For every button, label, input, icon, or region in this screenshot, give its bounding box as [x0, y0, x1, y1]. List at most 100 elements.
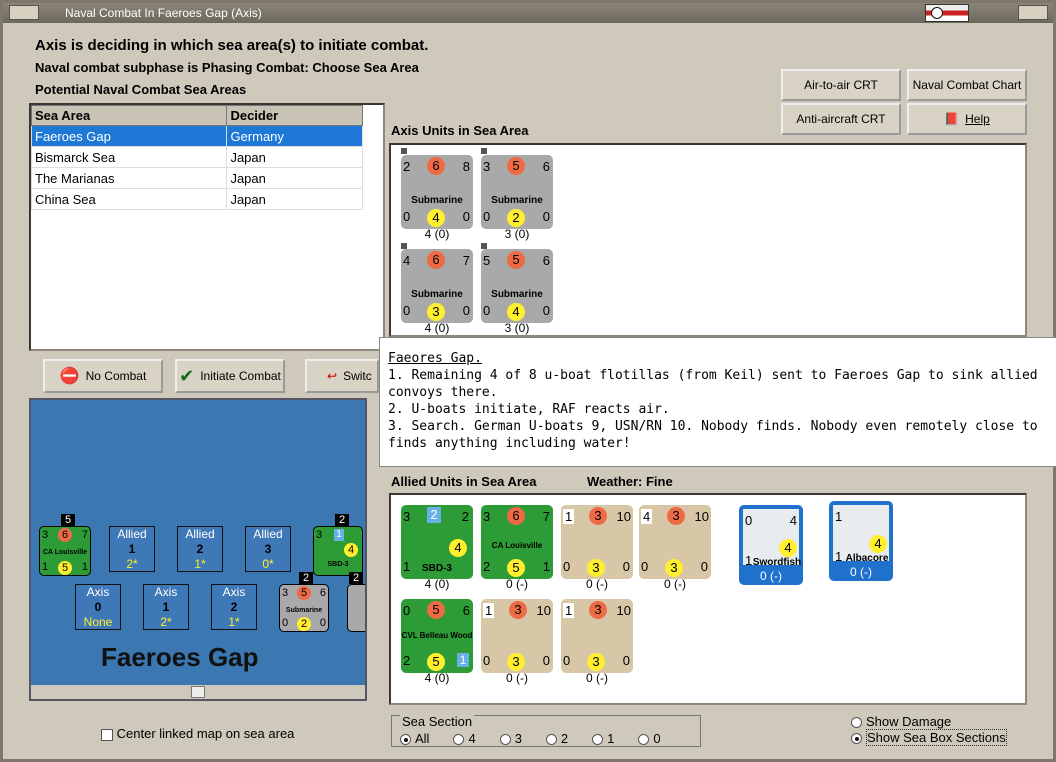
submarine-counter[interactable]: 2 6 8 Submarine 0 4 0 [401, 155, 473, 229]
counter-value: 1 [457, 653, 469, 667]
counter-value: 10 [536, 603, 551, 618]
sbd-3-counter[interactable]: 3 2 2 SBD-3 1 4 [401, 505, 473, 579]
center-map-checkbox[interactable] [101, 728, 113, 741]
option-label: Show Damage [866, 714, 952, 729]
counter-value: 3 [282, 587, 289, 599]
unit-name: CA Louisville [42, 549, 88, 556]
axis-sea-box[interactable]: Axis 2 1* [211, 584, 257, 630]
convoy-counter[interactable]: 4 3 10 0 3 0 [639, 505, 711, 579]
counter-value: 3 [42, 529, 49, 541]
naval-combat-chart-button[interactable]: Naval Combat Chart [907, 69, 1027, 101]
sea-area-list: Sea Area Decider Faeroes Gap Germany Bisma… [29, 103, 385, 351]
counter-value: 0 [700, 559, 708, 574]
ca-louisville-counter[interactable]: 3 6 7 CA Louisville 2 5 1 [481, 505, 553, 579]
table-row[interactable]: The Marianas Japan [30, 167, 363, 189]
decider-cell: Germany [226, 125, 363, 147]
attack-factor: 6 [427, 157, 445, 175]
counter-value: 3 [316, 529, 323, 541]
sea-section-group: Sea Section All 4 3 2 1 0 [391, 714, 701, 747]
unit-name: Swordfish [752, 557, 802, 568]
button-label: Switc [343, 369, 372, 383]
column-header-decider[interactable]: Decider [226, 105, 363, 126]
show-damage-option[interactable]: Show Damage [851, 714, 951, 729]
help-button[interactable]: 📕 Help [907, 103, 1027, 135]
albacore-counter[interactable]: 1 4 1 Albacore 0 (-) [829, 501, 893, 581]
table-row[interactable]: Faeroes Gap Germany [30, 125, 363, 147]
cvl-belleau-wood-counter[interactable]: 0 5 6 CVL Belleau Wood 2 5 1 [401, 599, 473, 673]
unit-name: CA Louisville [491, 541, 543, 550]
radio-icon [592, 734, 604, 746]
defense-factor: 3 [507, 653, 525, 671]
allied-sea-box[interactable]: Allied 3 0* [245, 526, 291, 572]
table-row[interactable]: China Sea Japan [30, 188, 363, 210]
defense-factor: 3 [427, 303, 445, 321]
box-value: 0* [262, 557, 274, 571]
map-horizontal-scrollbar[interactable] [31, 685, 365, 699]
radio-icon [400, 734, 411, 746]
counter-value: 1 [835, 509, 843, 524]
radio-label: 4 [468, 731, 476, 746]
sea-section-option-0[interactable]: 0 [638, 731, 661, 746]
box-number: 1 [128, 542, 136, 556]
air-to-air-crt-button[interactable]: Air-to-air CRT [781, 69, 901, 101]
counter-value: 0 [542, 303, 550, 318]
stack-count: 2 [335, 514, 349, 526]
table-row[interactable]: Bismarck Sea Japan [30, 146, 363, 168]
button-label: Air-to-air CRT [804, 78, 878, 92]
defense-factor: 4 [449, 539, 467, 557]
counter-value: 0 [483, 303, 491, 318]
decider-cell: Japan [226, 146, 363, 168]
tooltip-title: Faeores Gap. [388, 351, 482, 366]
counter-value: 0 [745, 513, 753, 528]
sea-area-cell: Bismarck Sea [30, 146, 228, 168]
initiate-combat-button[interactable]: ✔ Initiate Combat [175, 359, 285, 393]
switch-button[interactable]: ↩ Switc [305, 359, 379, 393]
allied-sea-box[interactable]: Allied 2 1* [177, 526, 223, 572]
column-header-sea-area[interactable]: Sea Area [30, 105, 228, 126]
book-icon: 📕 [944, 112, 960, 126]
allied-sea-box[interactable]: Allied 1 2* [109, 526, 155, 572]
counter-value: 0 [622, 559, 630, 574]
center-map-option[interactable]: Center linked map on sea area [101, 726, 294, 741]
axis-sea-box[interactable]: Axis 0 None [75, 584, 121, 630]
button-label: No Combat [85, 369, 147, 383]
map-ca-counter[interactable]: 3 6 7 CA Louisville 1 5 1 [39, 526, 91, 576]
map-submarine-counter[interactable] [347, 584, 365, 632]
convoy-counter[interactable]: 1 3 10 0 3 0 [561, 505, 633, 579]
button-label: Anti-aircraft CRT [796, 112, 886, 126]
no-combat-button[interactable]: ⛔ No Combat [43, 359, 163, 393]
radio-label: 1 [607, 731, 615, 746]
convoy-counter[interactable]: 1 3 10 0 3 0 [561, 599, 633, 673]
radio-icon [851, 717, 862, 729]
attack-factor: 5 [297, 586, 311, 600]
unit-caption: 0 (-) [586, 671, 608, 685]
submarine-counter[interactable]: 3 5 6 Submarine 0 2 0 [481, 155, 553, 229]
convoy-counter[interactable]: 1 3 10 0 3 0 [481, 599, 553, 673]
window-menu-button[interactable] [9, 5, 39, 20]
axis-sea-box[interactable]: Axis 1 2* [143, 584, 189, 630]
tooltip-line: 1. Remaining 4 of 8 u-boat flotillas (fr… [388, 368, 1038, 400]
attack-factor: 3 [667, 507, 685, 525]
sea-section-option-4[interactable]: 4 [453, 731, 476, 746]
submarine-counter[interactable]: 4 6 7 Submarine 0 3 0 [401, 249, 473, 323]
map-submarine-counter[interactable]: 3 5 6 Submarine 0 2 0 [279, 584, 329, 632]
counter-value: 0 [542, 209, 550, 224]
close-button[interactable] [1018, 5, 1048, 20]
scroll-thumb[interactable] [191, 686, 205, 698]
sea-section-option-all[interactable]: All [400, 731, 429, 746]
unit-name: Submarine [411, 195, 463, 206]
axis-units-label: Axis Units in Sea Area [391, 123, 529, 138]
unit-name: SBD-3 [327, 561, 349, 568]
anti-aircraft-crt-button[interactable]: Anti-aircraft CRT [781, 103, 901, 135]
counter-value: 7 [462, 253, 470, 268]
show-sea-box-option[interactable]: Show Sea Box Sections [851, 729, 1007, 746]
box-label: Allied [253, 527, 283, 541]
sea-section-option-1[interactable]: 1 [592, 731, 614, 746]
sea-section-option-2[interactable]: 2 [545, 731, 568, 746]
swordfish-counter[interactable]: 0 4 4 1 Swordfish 0 (-) [739, 505, 803, 585]
counter-value: 0 [462, 209, 470, 224]
box-value: 1* [228, 615, 240, 629]
submarine-counter[interactable]: 5 5 6 Submarine 0 4 0 [481, 249, 553, 323]
map-sbd-counter[interactable]: 3 1 SBD-3 4 [313, 526, 363, 576]
sea-section-option-3[interactable]: 3 [499, 731, 522, 746]
